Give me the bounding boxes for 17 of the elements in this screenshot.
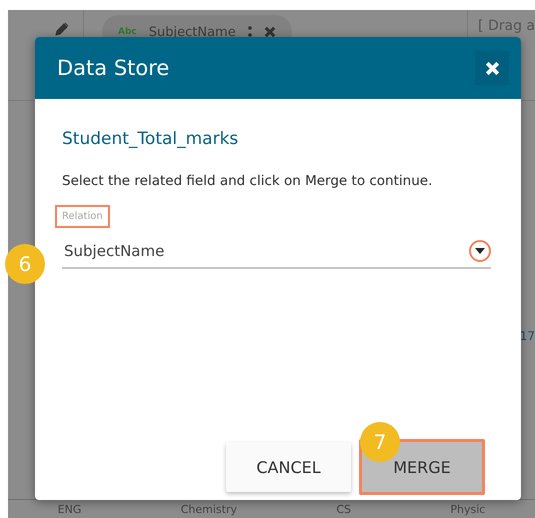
close-icon[interactable] bbox=[264, 26, 276, 38]
close-button[interactable] bbox=[475, 51, 509, 85]
field-label: Relation bbox=[55, 205, 110, 228]
column-label: CS bbox=[336, 502, 352, 516]
column-label: Chemistry bbox=[180, 502, 237, 516]
cancel-button[interactable]: CANCEL bbox=[226, 442, 351, 492]
side-value: 17 bbox=[520, 329, 535, 343]
column-label: ENG bbox=[58, 502, 82, 516]
kebab-icon[interactable] bbox=[248, 26, 252, 38]
pencil-icon[interactable] bbox=[55, 22, 69, 36]
relation-select[interactable]: SubjectName bbox=[62, 240, 491, 269]
instruction-text: Select the related field and click on Merge to continue. bbox=[62, 173, 434, 189]
dataset-name: Student_Total_marks bbox=[62, 129, 240, 149]
column-label: Physic bbox=[450, 502, 486, 516]
dialog-title: Data Store bbox=[57, 56, 170, 80]
caret-icon bbox=[475, 248, 485, 254]
dropdown-button[interactable] bbox=[469, 240, 491, 262]
